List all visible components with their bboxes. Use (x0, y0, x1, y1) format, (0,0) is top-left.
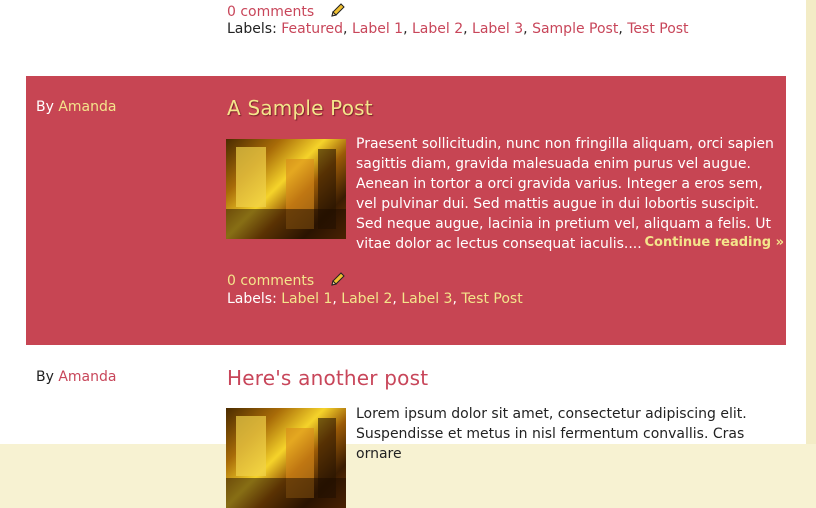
edit-pencil-icon[interactable] (329, 1, 347, 23)
labels-prefix: Labels: (227, 291, 277, 307)
label-link[interactable]: Label 1 (352, 21, 403, 37)
labels-prefix: Labels: (227, 21, 277, 37)
next-post-byline: By Amanda (36, 369, 116, 385)
next-post-excerpt: Lorem ipsum dolor sit amet, consectetur … (356, 406, 747, 462)
post-labels: Labels: Label 1, Label 2, Label 3, Test … (227, 291, 523, 307)
label-link[interactable]: Label 2 (341, 291, 392, 307)
next-post-thumbnail[interactable] (226, 408, 346, 508)
label-link[interactable]: Test Post (627, 21, 688, 37)
by-label: By (36, 99, 54, 115)
post-thumbnail[interactable] (226, 139, 346, 239)
author-link[interactable]: Amanda (58, 99, 116, 115)
label-link[interactable]: Label 2 (412, 21, 463, 37)
featured-post: By Amanda A Sample Post Praesent sollici… (26, 76, 786, 345)
page-border (806, 0, 816, 444)
top-post-comments-link[interactable]: 0 comments (227, 4, 314, 20)
label-link[interactable]: Label 1 (281, 291, 332, 307)
post-byline: By Amanda (36, 99, 116, 115)
label-link[interactable]: Label 3 (472, 21, 523, 37)
top-post-meta: 0 comments (227, 1, 347, 23)
post-meta: 0 comments (227, 270, 347, 292)
next-post-title[interactable]: Here's another post (227, 366, 428, 390)
author-link[interactable]: Amanda (58, 369, 116, 385)
label-link[interactable]: Sample Post (532, 21, 618, 37)
continue-reading-link[interactable]: Continue reading » (645, 235, 785, 250)
label-link[interactable]: Label 3 (401, 291, 452, 307)
top-post-labels: Labels: Featured, Label 1, Label 2, Labe… (227, 21, 689, 37)
edit-pencil-icon[interactable] (329, 270, 347, 292)
by-label: By (36, 369, 54, 385)
comments-link[interactable]: 0 comments (227, 273, 314, 289)
label-link[interactable]: Test Post (461, 291, 522, 307)
label-link[interactable]: Featured (281, 21, 343, 37)
blog-page: 0 comments Labels: Featured, Label 1, La… (0, 0, 806, 508)
post-title[interactable]: A Sample Post (227, 96, 373, 120)
